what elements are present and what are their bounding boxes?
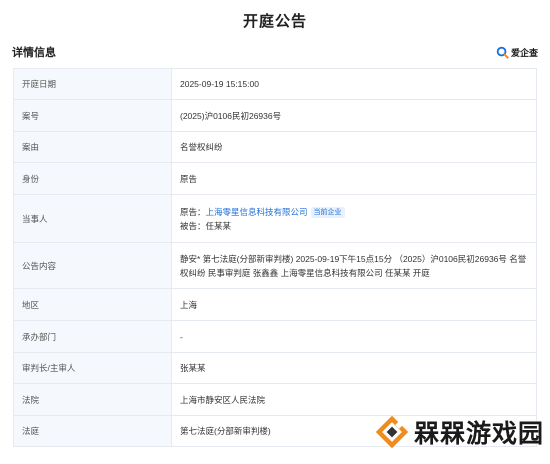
row-judge: 审判长/主审人 张某某 [13, 352, 537, 384]
row-hearing-date: 开庭日期 2025-09-19 15:15:00 [13, 68, 537, 100]
department-label: 承办部门 [13, 320, 172, 353]
row-role: 身份 原告 [13, 162, 537, 195]
row-region: 地区 上海 [13, 288, 537, 321]
detail-table: 开庭日期 2025-09-19 15:15:00 案号 (2025)沪0106民… [13, 68, 537, 447]
region-value: 上海 [171, 288, 537, 321]
cause-value: 名誉权纠纷 [171, 131, 537, 163]
plaintiff-company-link[interactable]: 上海零星信息科技有限公司 [206, 207, 308, 217]
row-parties: 当事人 原告：上海零星信息科技有限公司 当前企业 被告：任某某 [13, 194, 537, 243]
section-title: 详情信息 [12, 47, 56, 59]
role-value: 原告 [171, 162, 537, 195]
row-cause: 案由 名誉权纠纷 [13, 131, 537, 163]
page-header: 开庭公告 [0, 0, 550, 40]
defendant-name: 任某某 [205, 220, 232, 231]
court-value: 上海市静安区人民法院 [171, 383, 537, 416]
cause-label: 案由 [13, 131, 172, 163]
content-label: 公告内容 [13, 242, 172, 289]
judge-value: 张某某 [171, 352, 537, 384]
aiqicha-brand-link[interactable]: 爱企查 [496, 46, 538, 59]
plaintiff-line: 原告：上海零星信息科技有限公司 当前企业 [180, 205, 528, 219]
row-case-no: 案号 (2025)沪0106民初26936号 [13, 99, 537, 132]
parties-value: 原告：上海零星信息科技有限公司 当前企业 被告：任某某 [171, 194, 537, 243]
courtroom-label: 法庭 [13, 415, 172, 447]
judge-label: 审判长/主审人 [13, 352, 172, 384]
row-content: 公告内容 静安* 第七法庭(分部新审判楼) 2025-09-19下午15点15分… [13, 242, 537, 289]
region-label: 地区 [13, 288, 172, 321]
watermark: 槑槑游戏园 [374, 412, 544, 452]
search-magnifier-icon [496, 46, 509, 59]
row-department: 承办部门 - [13, 320, 537, 353]
defendant-line: 被告：任某某 [180, 219, 528, 233]
row-court: 法院 上海市静安区人民法院 [13, 383, 537, 416]
case-no-label: 案号 [13, 99, 172, 132]
hearing-date-value: 2025-09-19 15:15:00 [171, 68, 537, 100]
diamond-logo-icon [375, 415, 409, 449]
content-value: 静安* 第七法庭(分部新审判楼) 2025-09-19下午15点15分 （202… [171, 242, 537, 289]
brand-name: 爱企查 [510, 47, 538, 58]
case-no-value: (2025)沪0106民初26936号 [171, 99, 537, 132]
parties-label: 当事人 [13, 194, 172, 243]
watermark-text: 槑槑游戏园 [413, 419, 544, 448]
role-label: 身份 [13, 162, 172, 195]
department-value: - [171, 320, 537, 353]
court-label: 法院 [13, 383, 172, 416]
hearing-date-label: 开庭日期 [13, 68, 172, 100]
plaintiff-prefix: 原告： [180, 206, 206, 217]
current-company-tag: 当前企业 [310, 206, 345, 218]
defendant-prefix: 被告： [180, 220, 206, 231]
section-header: 详情信息 爱企查 [12, 40, 538, 64]
page-title: 开庭公告 [242, 12, 307, 30]
